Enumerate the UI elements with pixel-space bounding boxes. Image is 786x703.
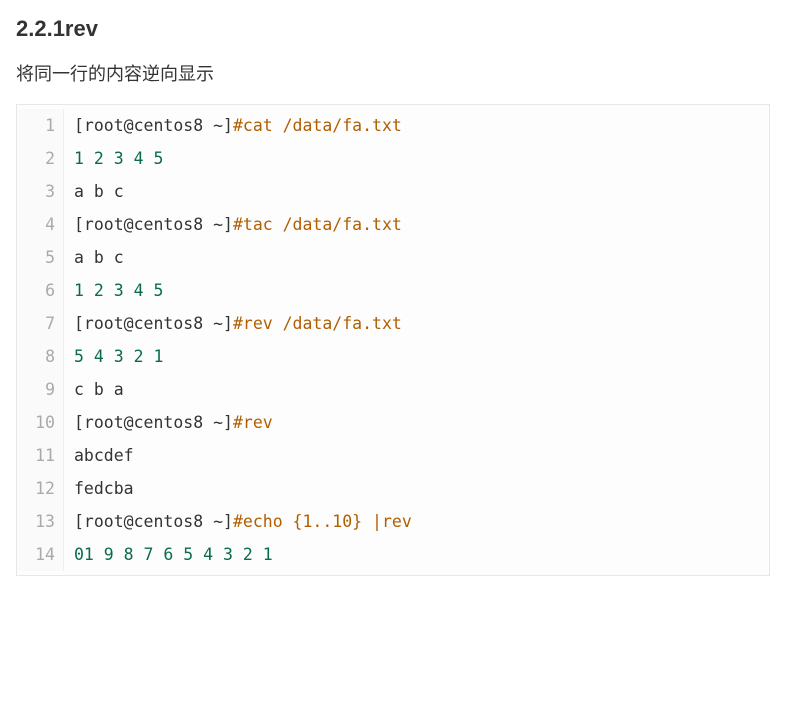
code-token: a b c: [74, 248, 124, 267]
code-content: abcdef: [64, 439, 769, 472]
code-token: #tac /data/fa.txt: [233, 215, 402, 234]
code-line: 5 a b c: [17, 241, 769, 274]
line-number: 2: [17, 142, 64, 175]
code-token: c b a: [74, 380, 124, 399]
code-line: 1[root@centos8 ~]#cat /data/fa.txt: [17, 109, 769, 142]
line-number: 8: [17, 340, 64, 373]
line-number: 4: [17, 208, 64, 241]
code-content: c b a: [64, 373, 769, 406]
code-content: 1 2 3 4 5: [64, 142, 769, 175]
code-block: 1[root@centos8 ~]#cat /data/fa.txt21 2 3…: [16, 104, 770, 576]
line-number: 10: [17, 406, 64, 439]
code-content: 1 2 3 4 5: [64, 274, 769, 307]
code-content: [root@centos8 ~]#rev: [64, 406, 769, 439]
line-number: 14: [17, 538, 64, 571]
code-line: 6 1 2 3 4 5: [17, 274, 769, 307]
code-token: [root@centos8 ~]: [74, 512, 233, 531]
code-line: 7[root@centos8 ~]#rev /data/fa.txt: [17, 307, 769, 340]
code-line: 11 abcdef: [17, 439, 769, 472]
code-token: #rev /data/fa.txt: [233, 314, 402, 333]
code-token: 5 4 3 2 1: [74, 347, 163, 366]
code-token: abcdef: [74, 446, 134, 465]
code-line: 8 5 4 3 2 1: [17, 340, 769, 373]
line-number: 13: [17, 505, 64, 538]
code-line: 13[root@centos8 ~]#echo {1..10} |rev: [17, 505, 769, 538]
code-line: 14 01 9 8 7 6 5 4 3 2 1: [17, 538, 769, 571]
code-content: [root@centos8 ~]#echo {1..10} |rev: [64, 505, 769, 538]
code-content: fedcba: [64, 472, 769, 505]
code-content: 01 9 8 7 6 5 4 3 2 1: [64, 538, 769, 571]
line-number: 9: [17, 373, 64, 406]
code-token: [root@centos8 ~]: [74, 413, 233, 432]
line-number: 1: [17, 109, 64, 142]
code-token: #rev: [233, 413, 273, 432]
code-token: #cat /data/fa.txt: [233, 116, 402, 135]
code-content: 5 4 3 2 1: [64, 340, 769, 373]
code-token: #echo {1..10} |rev: [233, 512, 412, 531]
code-token: 1 2 3 4 5: [74, 281, 163, 300]
code-token: a b c: [74, 182, 124, 201]
code-content: [root@centos8 ~]#rev /data/fa.txt: [64, 307, 769, 340]
code-line: 2 1 2 3 4 5: [17, 142, 769, 175]
code-content: [root@centos8 ~]#cat /data/fa.txt: [64, 109, 769, 142]
line-number: 11: [17, 439, 64, 472]
line-number: 6: [17, 274, 64, 307]
code-content: a b c: [64, 241, 769, 274]
line-number: 7: [17, 307, 64, 340]
code-line: 10[root@centos8 ~]#rev: [17, 406, 769, 439]
code-token: [root@centos8 ~]: [74, 215, 233, 234]
code-line: 9 c b a: [17, 373, 769, 406]
line-number: 12: [17, 472, 64, 505]
section-description: 将同一行的内容逆向显示: [16, 60, 770, 86]
section-heading: 2.2.1rev: [16, 16, 770, 42]
code-line: 3 a b c: [17, 175, 769, 208]
code-token: 01 9 8 7 6 5 4 3 2 1: [74, 545, 273, 564]
code-line: 12 fedcba: [17, 472, 769, 505]
code-content: a b c: [64, 175, 769, 208]
code-token: 1 2 3 4 5: [74, 149, 163, 168]
line-number: 5: [17, 241, 64, 274]
code-token: [root@centos8 ~]: [74, 116, 233, 135]
code-line: 4[root@centos8 ~]#tac /data/fa.txt: [17, 208, 769, 241]
code-content: [root@centos8 ~]#tac /data/fa.txt: [64, 208, 769, 241]
line-number: 3: [17, 175, 64, 208]
code-token: [root@centos8 ~]: [74, 314, 233, 333]
code-token: fedcba: [74, 479, 134, 498]
